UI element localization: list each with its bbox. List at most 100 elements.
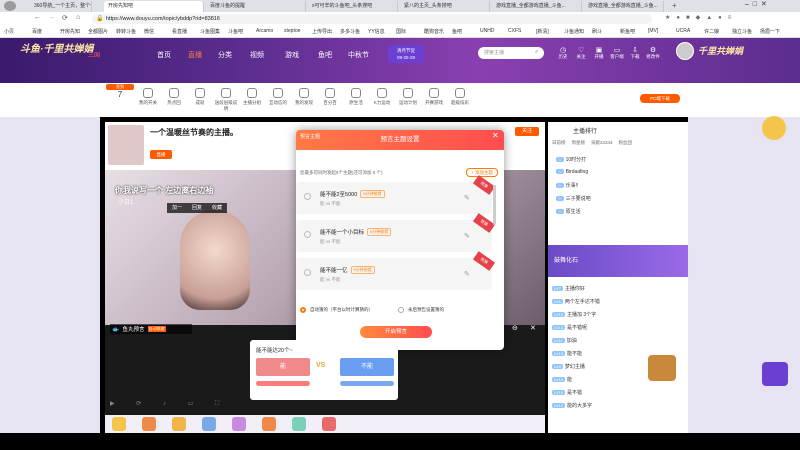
gift-icon[interactable] [262,417,276,431]
edit-icon[interactable]: ✎ [464,270,470,278]
bookmark-item[interactable]: 许二娘 [704,28,719,35]
question-radio[interactable] [304,231,311,238]
pc-download-button[interactable]: PC端下载 [640,94,680,103]
question-radio[interactable] [304,269,311,276]
tab-1[interactable]: 360导航_一个主页，整个世界 [30,1,92,12]
bookmark-item[interactable]: 上传导出 [312,28,332,35]
chat-message[interactable]: LV11 加油 [552,337,577,344]
category-item[interactable]: K力运动 [370,88,394,106]
streamer-avatar[interactable] [108,125,144,165]
profile-avatar[interactable] [4,1,16,11]
category-item[interactable]: 热点回 [162,88,186,106]
settings-icon[interactable]: ⚙ 修改件 [644,46,662,60]
bookmark-item[interactable]: 百度 [32,28,42,35]
bookmark-item[interactable]: 转转斗鱼 [116,28,136,35]
rank-item[interactable]: ☆ Birdaafing [556,169,588,175]
tab-7[interactable]: 游戏直播_全都游戏直播_斗鱼... [584,1,664,12]
bookmark-item[interactable]: 小贝 [4,28,14,35]
overlay-reply[interactable]: 回复 [192,203,202,213]
bookmark-item[interactable]: 斗鱼通知 [564,28,584,35]
history-icon[interactable]: ◷ 历史 [554,46,572,60]
chat-message[interactable]: LV19 是不错 [552,389,582,396]
chat-message[interactable]: LV7 主播你好 [552,285,585,292]
bookmark-item[interactable]: 扬眉一下 [760,28,780,35]
tab-6[interactable]: 游戏直播_全都游戏直播_斗鱼... [492,1,582,12]
minimize-icon[interactable]: ⊖ [512,324,518,332]
modal-close-icon[interactable]: ✕ [492,131,499,140]
rank-item[interactable]: ☆ 原生活 [556,208,581,215]
bookmark-item[interactable]: 刷斗 [592,28,602,35]
bookmark-item[interactable]: YY信息 [368,28,385,35]
rank-item[interactable]: ☆ 乐事!! [556,182,578,189]
question-row[interactable]: 能不能2至5000 5分钟前提 能 vs 不能 ✎ 竞猜 [296,175,496,214]
question-row[interactable]: 能不能一亿 5分钟前提 能 vs 不能 ✎ 竞猜 [296,251,496,290]
category-item[interactable]: 送段层级说明 [214,88,238,112]
vote-no-button[interactable]: 不能 [340,358,394,376]
bookmark-item[interactable]: 酷狗音乐 [424,28,444,35]
chat-message[interactable]: LV13 是不错呢 [552,324,587,331]
edit-icon[interactable]: ✎ [464,232,470,240]
bookmark-item[interactable]: 全都图片 [88,28,108,35]
overlay-favorite[interactable]: 收藏 [212,203,222,213]
bookmark-item[interactable]: 国际 [396,28,406,35]
bookmark-item[interactable]: 斗鱼图集 [200,28,220,35]
checkin-widget[interactable]: 签到 7 [106,84,134,114]
back-icon[interactable]: ← [34,14,41,21]
modal-scrollbar[interactable] [493,185,496,225]
forward-icon[interactable]: → [48,14,55,21]
bookmark-item[interactable]: UNHD [480,28,494,34]
category-item[interactable]: 主播分组 [240,88,264,106]
tab-weekly[interactable]: 周星榜 [572,140,586,146]
url-input[interactable]: https://www.douyu.com/topic/ybddp?rid=83… [92,14,652,24]
tab-daily[interactable]: 日前榜 [552,140,566,146]
tab-2-active[interactable]: 开房先知吧 [104,1,204,12]
category-item[interactable]: 我的发现 [292,88,316,106]
category-item[interactable]: 开赛游戏 [422,88,446,106]
bookmark-item[interactable]: steptoe [284,28,300,34]
download-icon[interactable]: ⇩ 下载 [626,46,644,60]
bookmark-item[interactable]: [MV] [648,28,658,34]
chat-message[interactable]: LV12 能的大多字 [552,402,592,409]
bookmark-item[interactable]: Arcamo [256,28,273,34]
bookmark-item[interactable]: 独立斗鱼 [732,28,752,35]
gift-icon[interactable] [322,417,336,431]
gift-icon[interactable] [292,417,306,431]
category-item[interactable]: 百分百 [318,88,342,106]
window-controls-icon[interactable]: – □ ✕ [745,0,767,8]
category-item[interactable]: 互动信的 [266,88,290,106]
tab-3[interactable]: 百度斗鱼的提醒 [206,1,306,12]
edit-icon[interactable]: ✎ [464,194,470,202]
bookmark-item[interactable]: 多多斗鱼 [340,28,360,35]
rank-item[interactable]: ☆ 三子要说吧 [556,195,591,202]
extension-icons[interactable]: ★●■◆▲●≡ [665,14,785,21]
home-icon[interactable]: ⌂ [76,14,80,21]
radio-auto-row[interactable]: 自动猜的（平台以时计算猜的） [300,307,373,313]
chat-message[interactable]: LV13 能不能 [552,350,582,357]
gift-icon[interactable] [112,417,126,431]
nav-video[interactable]: 视频 [250,50,264,60]
broadcast-icon[interactable]: ▣ 开播 [590,46,608,60]
chat-message[interactable]: LV19 能 [552,376,572,383]
gift-icon[interactable] [172,417,186,431]
bookmark-item[interactable]: 开房先知 [60,28,80,35]
chat-message[interactable]: LV6 两个左手达不错 [552,298,600,305]
nav-live[interactable]: 直播 [188,50,202,60]
promo-badge[interactable]: 清月节促 09-25-28 [388,45,424,63]
follow-button[interactable]: 关注 [515,127,539,136]
player-controls[interactable]: ▶ ⟳ ♪ ▭ ⛶ [110,400,540,410]
question-row[interactable]: 能不能一个小目标 5分钟前提 能 vs 不能 ✎ 竞猜 [296,213,496,252]
nav-game[interactable]: 游戏 [285,50,299,60]
bookmark-item[interactable]: CXFS [508,28,521,34]
treasure-chest-icon[interactable] [648,355,676,381]
radio-manual[interactable] [398,307,404,313]
rank-item[interactable]: ☆ 10时分打 [556,156,586,163]
category-item[interactable]: 超级炫彩 [448,88,472,106]
search-icon[interactable]: ⌕ [535,49,538,56]
tab-4[interactable]: x可可辛的斗鱼吧_头条搜吧 [308,1,398,12]
vote-yes-button[interactable]: 能 [256,358,310,376]
user-avatar[interactable] [676,42,694,60]
client-icon[interactable]: ▭ 客户端 [608,46,626,60]
tab-contribution[interactable]: 贡献22344 [591,140,613,146]
question-radio[interactable] [304,193,311,200]
bookmark-item[interactable]: 看直播 [172,28,187,35]
